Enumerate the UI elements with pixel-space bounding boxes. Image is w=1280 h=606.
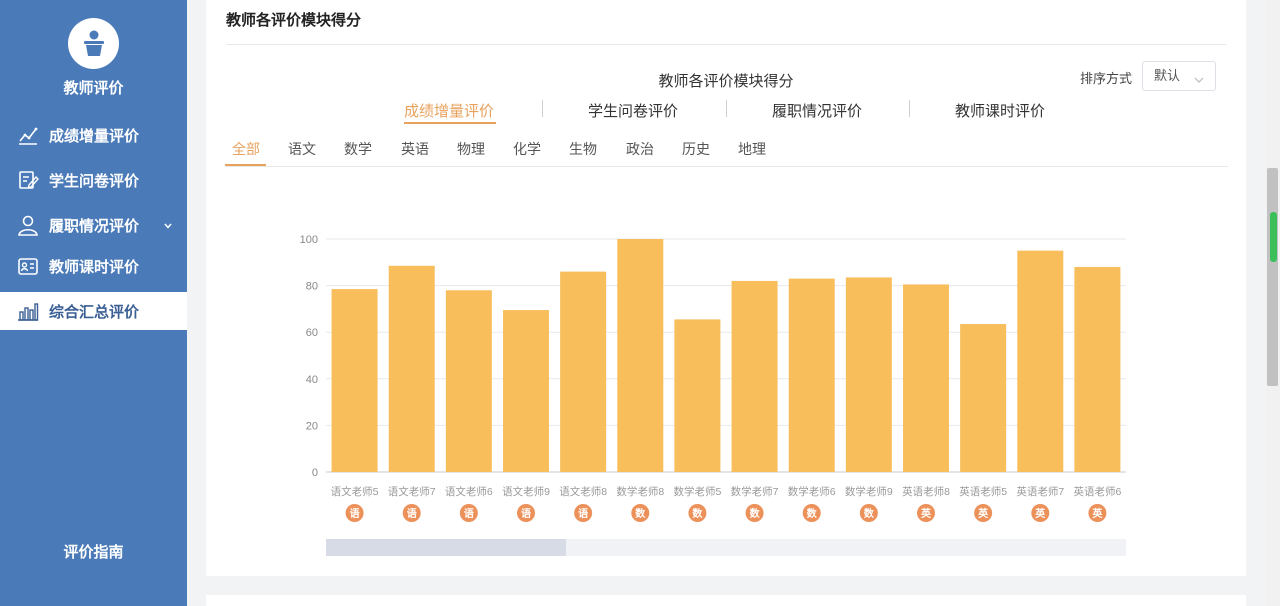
y-tick-label: 80 <box>306 281 318 293</box>
bar <box>388 265 435 472</box>
teacher-podium-icon <box>68 18 119 69</box>
x-tick-label: 语文老师8 <box>559 485 607 498</box>
subject-badge-label: 语 <box>464 507 474 520</box>
sidebar-item-score-increment[interactable]: 成绩增量评价 <box>0 116 187 154</box>
bar <box>788 278 835 472</box>
sidebar-item-label: 教师课时评价 <box>49 258 140 276</box>
x-tick-label: 数学老师6 <box>788 485 836 498</box>
bar-chart-icon <box>16 299 40 323</box>
x-tick-label: 语文老师9 <box>502 485 550 498</box>
x-tick-label: 英语老师5 <box>959 485 1007 498</box>
edit-form-icon <box>16 168 40 192</box>
sidebar-item-label: 成绩增量评价 <box>49 127 140 145</box>
sidebar-item-label: 学生问卷评价 <box>49 172 140 190</box>
y-tick-label: 0 <box>312 467 318 479</box>
x-tick-label: 数学老师8 <box>616 485 664 498</box>
bar <box>445 290 492 472</box>
x-tick-label: 语文老师7 <box>388 485 436 498</box>
y-tick-label: 60 <box>306 327 318 339</box>
bar-chart: 0 20 40 60 80 100 语文老师5 语 语文老师7 语 语文老师6 语 语文老师9 语 语文老师… <box>300 234 1126 522</box>
line-chart-icon <box>16 123 40 147</box>
subject-badge-label: 数 <box>807 507 818 520</box>
subject-badge-label: 数 <box>635 507 646 520</box>
bar <box>960 324 1007 472</box>
bar <box>731 280 778 472</box>
score-panel: 教师各评价模块得分 教师各评价模块得分 排序方式 默认 成绩增量评价 学生问卷评… <box>206 0 1246 576</box>
id-card-icon <box>16 254 40 278</box>
x-tick-label: 英语老师7 <box>1016 485 1064 498</box>
scroll-indicator <box>1270 212 1277 262</box>
sidebar-item-student-survey[interactable]: 学生问卷评价 <box>0 161 187 199</box>
subject-badge-label: 语 <box>350 507 360 520</box>
bar <box>560 271 607 472</box>
subject-badge-label: 英 <box>977 507 989 520</box>
sidebar-item-label: 履职情况评价 <box>49 217 140 235</box>
next-panel <box>206 595 1246 606</box>
sidebar-item-duty[interactable]: 履职情况评价 <box>0 206 187 244</box>
x-tick-label: 数学老师9 <box>845 485 893 498</box>
x-tick-label: 语文老师5 <box>331 485 379 498</box>
bar <box>1074 266 1121 472</box>
user-icon <box>16 213 40 237</box>
x-tick-label: 语文老师6 <box>445 485 493 498</box>
subject-badge-label: 英 <box>920 507 932 520</box>
subject-badge-label: 数 <box>864 507 875 520</box>
subject-badge-label: 语 <box>407 507 417 520</box>
chart-scroll-thumb[interactable] <box>326 539 566 556</box>
bar <box>331 289 378 472</box>
x-tick-label: 数学老师7 <box>731 485 779 498</box>
sidebar-item-label: 综合汇总评价 <box>49 303 140 321</box>
subject-badge-label: 语 <box>578 507 588 520</box>
evaluation-guide-link[interactable]: 评价指南 <box>0 541 187 562</box>
bar <box>617 239 664 472</box>
chevron-down-icon <box>163 218 173 235</box>
bar <box>845 277 892 472</box>
subject-badge-label: 语 <box>521 507 531 520</box>
bar <box>674 319 721 472</box>
bar <box>503 310 549 472</box>
sidebar-item-summary[interactable]: 综合汇总评价 <box>0 292 187 330</box>
bar <box>903 284 949 472</box>
sidebar: 教师评价 成绩增量评价 学生问卷评价 履职情况评价 教师课时评价 综合汇总评价 <box>0 0 187 606</box>
sidebar-item-class-hours[interactable]: 教师课时评价 <box>0 247 187 285</box>
x-tick-label: 英语老师6 <box>1074 485 1122 498</box>
y-tick-label: 40 <box>306 374 318 386</box>
subject-badge-label: 英 <box>1091 507 1103 520</box>
bar <box>1017 250 1064 472</box>
subject-badge-label: 数 <box>750 507 761 520</box>
sidebar-title: 教师评价 <box>63 80 124 97</box>
page-scrollbar-thumb[interactable] <box>1267 168 1278 386</box>
y-tick-label: 100 <box>300 234 318 246</box>
subject-badge-label: 英 <box>1034 507 1046 520</box>
x-tick-label: 数学老师5 <box>674 485 722 498</box>
y-tick-label: 20 <box>306 420 318 432</box>
subject-badge-label: 数 <box>692 507 703 520</box>
x-tick-label: 英语老师8 <box>902 485 950 498</box>
